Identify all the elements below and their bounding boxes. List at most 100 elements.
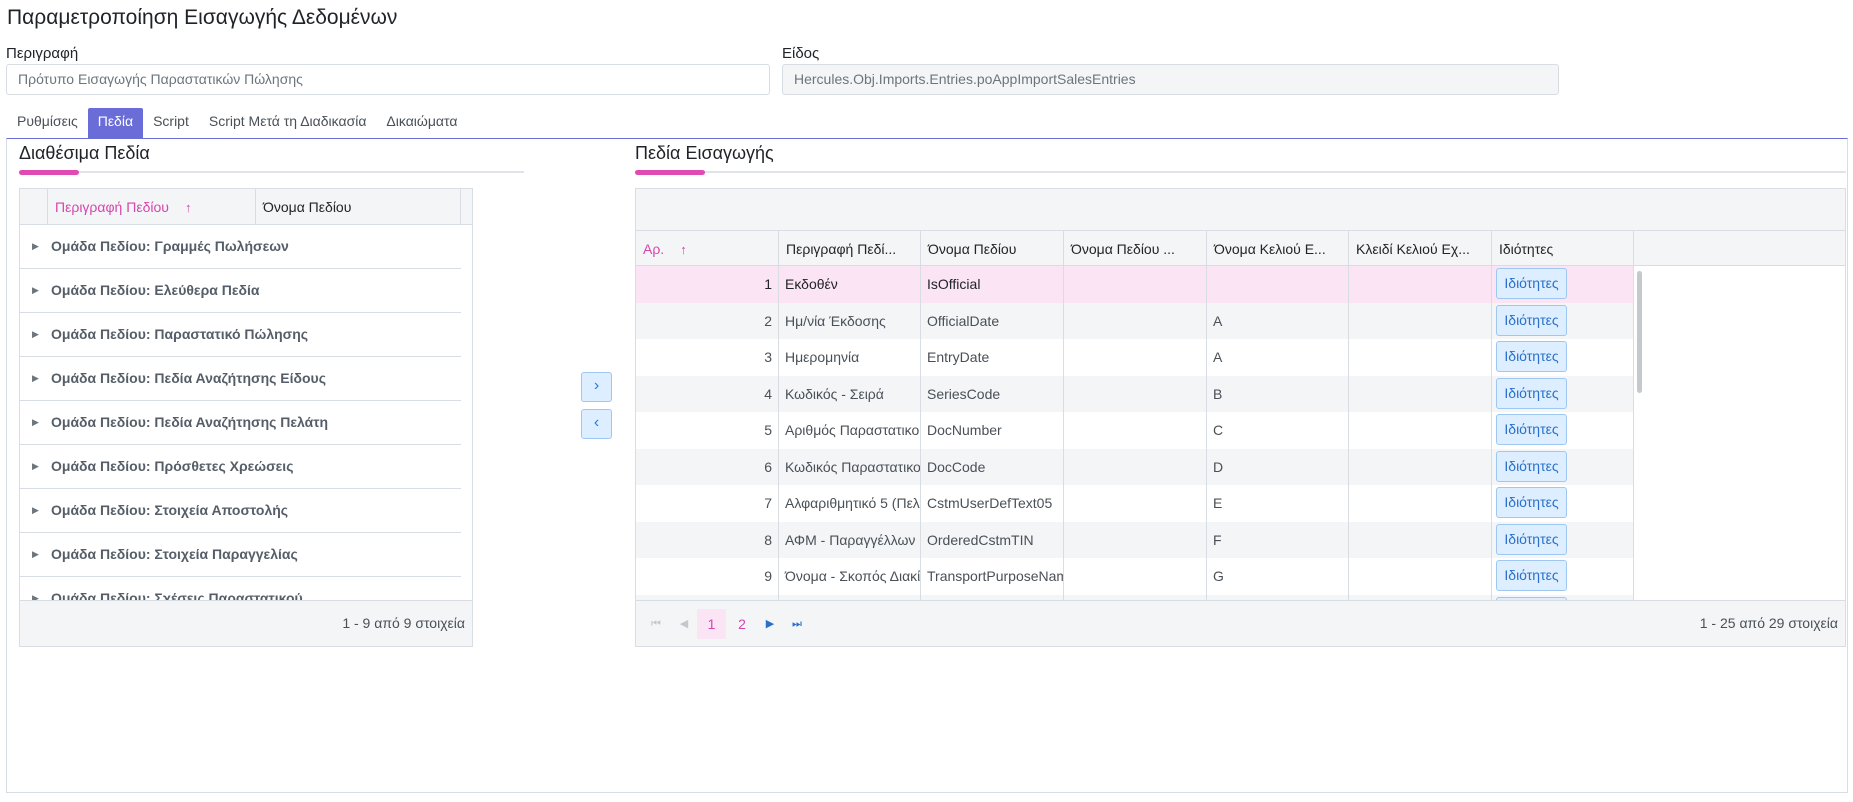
properties-button[interactable]: Ιδιότητες <box>1496 560 1567 591</box>
cell-number: 1 <box>636 266 779 303</box>
available-grid-header: Περιγραφή Πεδίου ↑ Όνομα Πεδίου <box>20 189 472 225</box>
table-row[interactable]: 6 Κωδικός Παραστατικού DocCode D Ιδιότητες <box>636 448 1634 485</box>
group-row-extra-charges[interactable]: ▶ Ομάδα Πεδίου: Πρόσθετες Χρεώσεις <box>20 445 461 489</box>
cell-field-name-alt <box>1064 521 1207 558</box>
header-field-description[interactable]: Περιγραφή Πεδίου ↑ <box>48 189 256 225</box>
import-fields-grid: Αρ. ↑ Περιγραφή Πεδί... Όνομα Πεδίου Όνομ… <box>635 188 1846 647</box>
available-section-accent <box>19 170 79 175</box>
table-row[interactable]: 2 Ημ/νία Έκδοσης OfficialDate A Ιδιότητες <box>636 302 1634 339</box>
properties-button[interactable]: Ιδιότητες <box>1496 414 1567 445</box>
cell-description: Κωδικός - Σειρά <box>779 375 921 412</box>
table-row[interactable]: 1 Εκδοθέν IsOfficial Ιδιότητες <box>636 266 1634 303</box>
header-spacer <box>20 189 48 225</box>
prev-page-button[interactable]: ◀ <box>668 609 700 639</box>
cell-field-name: TransportPurposeName <box>921 558 1064 595</box>
sort-asc-icon: ↑ <box>184 200 192 215</box>
move-left-button[interactable]: ‹ <box>581 409 612 439</box>
expand-caret-icon: ▶ <box>32 505 39 515</box>
header-description[interactable]: Περιγραφή Πεδί... <box>779 231 921 267</box>
cell-description: Εκδοθέν <box>779 266 921 303</box>
description-input[interactable]: Πρότυπο Εισαγωγής Παραστατικών Πώλησης <box>6 64 770 95</box>
page-1-button[interactable]: 1 <box>697 609 726 639</box>
tab-fields[interactable]: Πεδία <box>87 108 144 138</box>
header-filler <box>461 189 472 225</box>
import-fields-title: Πεδία Εισαγωγής <box>635 143 774 163</box>
kind-input[interactable]: Hercules.Obj.Imports.Entries.poAppImport… <box>782 64 1559 95</box>
cell-field-name: EntryDate <box>921 339 1064 376</box>
tab-script[interactable]: Script <box>143 108 199 138</box>
expand-caret-icon: ▶ <box>32 285 39 295</box>
import-grid-body: 1 Εκδοθέν IsOfficial Ιδιότητες 2 Ημ/νία Έκδοσ… <box>636 266 1845 602</box>
group-label: Ομάδα Πεδίου: Γραμμές Πωλήσεων <box>51 238 289 254</box>
properties-button[interactable]: Ιδιότητες <box>1496 341 1567 372</box>
table-row[interactable]: 3 Ημερομηνία EntryDate A Ιδιότητες <box>636 339 1634 376</box>
group-row-shipping[interactable]: ▶ Ομάδα Πεδίου: Στοιχεία Αποστολής <box>20 489 461 533</box>
group-row-sales-document[interactable]: ▶ Ομάδα Πεδίου: Παραστατικό Πώλησης <box>20 313 461 357</box>
properties-button[interactable]: Ιδιότητες <box>1496 304 1567 336</box>
header-properties[interactable]: Ιδιότητες <box>1492 231 1634 267</box>
header-field-name[interactable]: Όνομα Πεδίου <box>256 189 461 225</box>
group-row-sales-lines[interactable]: ▶ Ομάδα Πεδίου: Γραμμές Πωλήσεων <box>20 225 461 269</box>
cell-number: 2 <box>636 302 779 339</box>
vertical-scrollbar[interactable] <box>1634 266 1645 602</box>
description-label: Περιγραφή <box>6 45 79 62</box>
cell-number: 4 <box>636 375 779 412</box>
scrollbar-thumb[interactable] <box>1637 271 1642 393</box>
header-cell-name[interactable]: Όνομα Κελιού Ε... <box>1207 231 1349 267</box>
group-row-item-search[interactable]: ▶ Ομάδα Πεδίου: Πεδία Αναζήτησης Είδους <box>20 357 461 401</box>
table-row[interactable]: 4 Κωδικός - Σειρά SeriesCode B Ιδιότητες <box>636 375 1634 412</box>
table-row[interactable]: 8ΑΦΜ - Παραγγέλλων ΠελάτηςOrderedCstmTIN… <box>636 521 1634 558</box>
available-fields-grid: Περιγραφή Πεδίου ↑ Όνομα Πεδίου ▶ Ομάδα Π… <box>19 188 473 647</box>
properties-button[interactable]: Ιδιότητες <box>1496 523 1567 555</box>
group-label: Ομάδα Πεδίου: Στοιχεία Αποστολής <box>51 502 289 518</box>
tab-settings[interactable]: Ρυθμίσεις <box>7 108 88 138</box>
cell-properties: Ιδιότητες <box>1492 558 1634 595</box>
cell-properties: Ιδιότητες <box>1492 521 1634 558</box>
cell-number: 7 <box>636 485 779 522</box>
group-row-order[interactable]: ▶ Ομάδα Πεδίου: Στοιχεία Παραγγελίας <box>20 533 461 577</box>
grid-toolbar <box>636 189 1845 230</box>
expand-caret-icon: ▶ <box>32 417 39 427</box>
cell-properties: Ιδιότητες <box>1492 339 1634 376</box>
cell-excel-key <box>1349 266 1492 303</box>
cell-description: Κωδικός Παραστατικού <box>779 448 921 485</box>
properties-button[interactable]: Ιδιότητες <box>1496 377 1567 409</box>
properties-button[interactable]: Ιδιότητες <box>1496 487 1567 518</box>
header-field-description-label: Περιγραφή Πεδίου <box>55 199 169 215</box>
header-name[interactable]: Όνομα Πεδίου <box>921 231 1064 267</box>
import-grid-footer: ⏮ ◀ 1 2 ▶ ⏭ 1 - 25 από 29 στοιχεία <box>636 600 1845 646</box>
group-row-customer-search[interactable]: ▶ Ομάδα Πεδίου: Πεδία Αναζήτησης Πελάτη <box>20 401 461 445</box>
tab-post-script[interactable]: Script Μετά τη Διαδικασία <box>199 108 377 138</box>
cell-description: ΑΦΜ - Παραγγέλλων Πελάτης <box>779 521 921 558</box>
cell-number: 5 <box>636 412 779 449</box>
cell-field-name: OrderedCstmTIN <box>921 521 1064 558</box>
table-row[interactable]: 9Όνομα - Σκοπός ΔιακίνησηςTransportPurpo… <box>636 558 1634 595</box>
cell-field-name: SeriesCode <box>921 375 1064 412</box>
group-label: Ομάδα Πεδίου: Πεδία Αναζήτησης Είδους <box>51 370 326 386</box>
header-cell-key[interactable]: Κλειδί Κελιού Εχ... <box>1349 231 1492 267</box>
imports-section-rule <box>635 171 1846 173</box>
cell-excel-key <box>1349 339 1492 376</box>
cell-excel-cell <box>1207 266 1349 303</box>
header-number[interactable]: Αρ. ↑ <box>636 231 779 267</box>
cell-excel-cell: B <box>1207 375 1349 412</box>
properties-button[interactable]: Ιδιότητες <box>1496 450 1567 482</box>
cell-description: Όνομα - Σκοπός Διακίνησης <box>779 558 921 595</box>
tab-permissions[interactable]: Δικαιώματα <box>376 108 467 138</box>
group-row-free-fields[interactable]: ▶ Ομάδα Πεδίου: Ελεύθερα Πεδία <box>20 269 461 313</box>
cell-properties: Ιδιότητες <box>1492 266 1634 303</box>
last-page-button[interactable]: ⏭ <box>781 609 813 639</box>
cell-excel-cell: A <box>1207 302 1349 339</box>
group-label: Ομάδα Πεδίου: Πεδία Αναζήτησης Πελάτη <box>51 414 329 430</box>
cell-field-name: CstmUserDefText05 <box>921 485 1064 522</box>
cell-number: 3 <box>636 339 779 376</box>
properties-button[interactable]: Ιδιότητες <box>1496 268 1567 299</box>
header-name-alt[interactable]: Όνομα Πεδίου ... <box>1064 231 1207 267</box>
cell-field-name-alt <box>1064 266 1207 303</box>
available-grid-footer: 1 - 9 από 9 στοιχεία <box>20 600 472 646</box>
table-row[interactable]: 5 Αριθμός Παραστατικού DocNumber C Ιδιότητες <box>636 412 1634 449</box>
cell-number: 6 <box>636 448 779 485</box>
move-right-button[interactable]: › <box>581 372 612 402</box>
cell-excel-cell: F <box>1207 521 1349 558</box>
table-row[interactable]: 7Αλφαριθμητικό 5 (Πελάτη)CstmUserDefText… <box>636 485 1634 522</box>
